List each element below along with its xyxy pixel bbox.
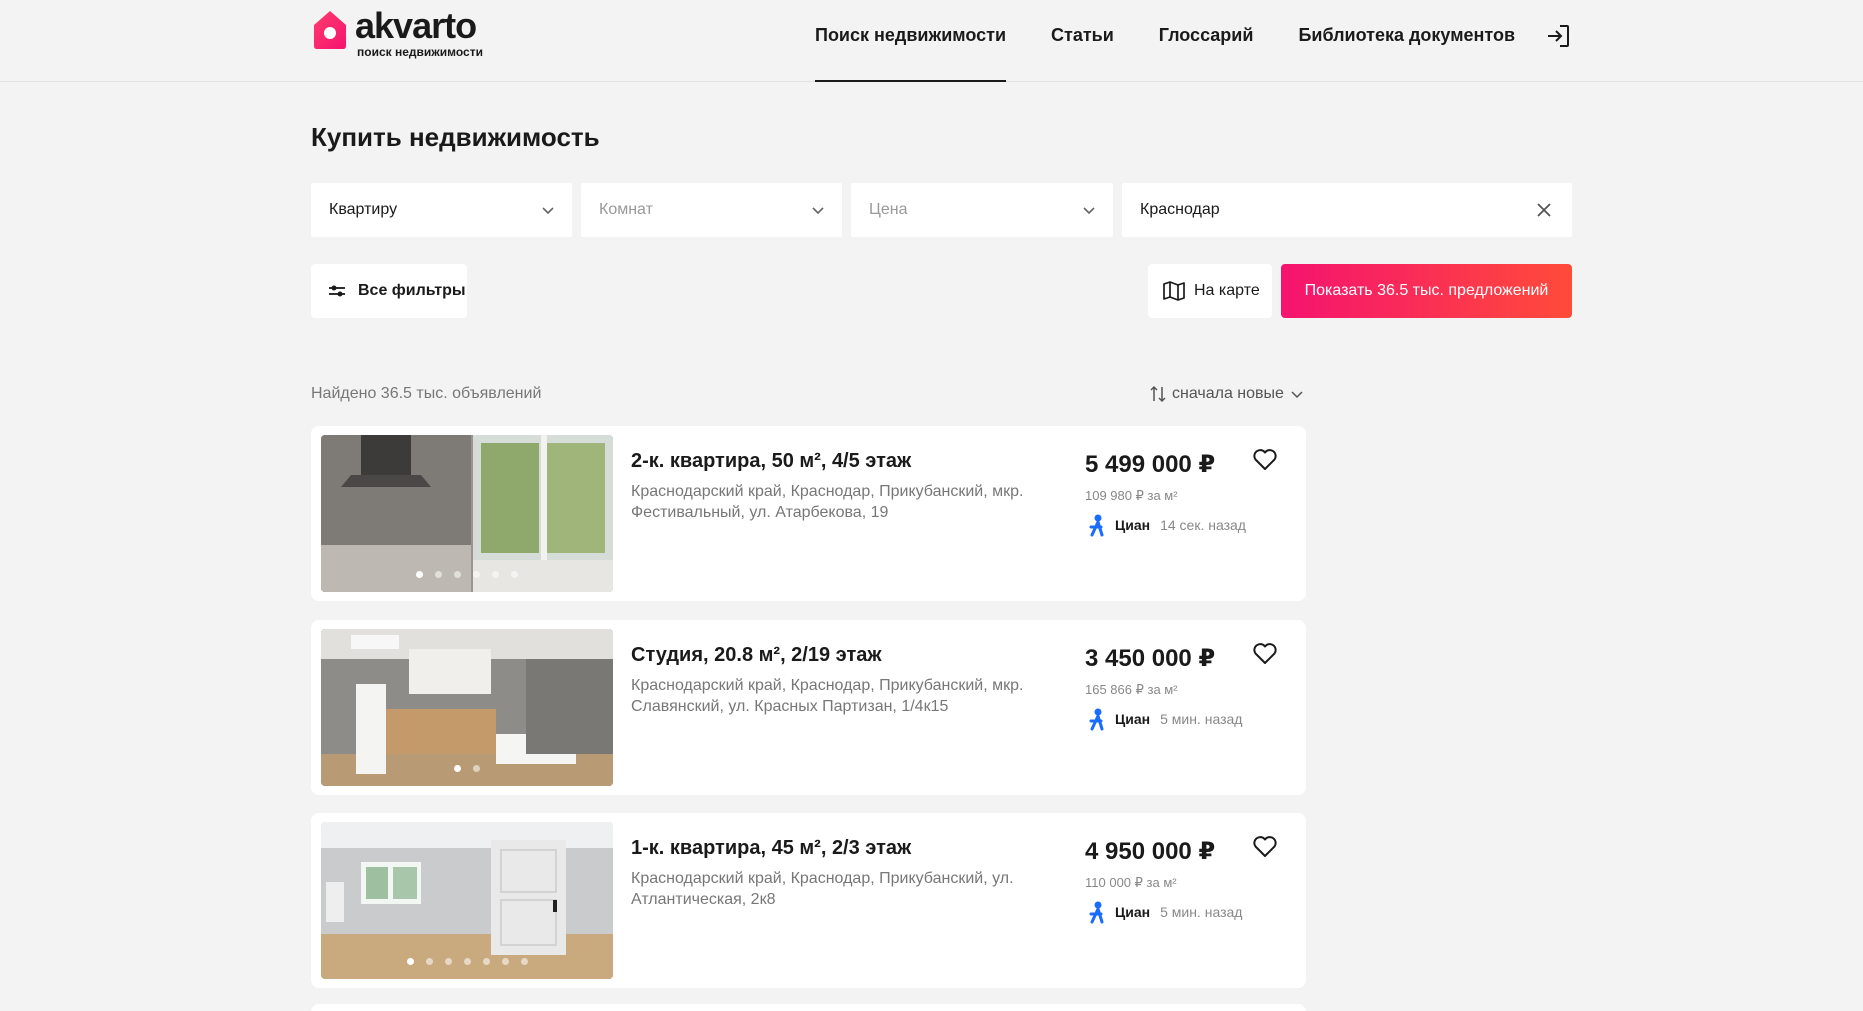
listing-address: Краснодарский край, Краснодар, Прикубанс… [631,870,1014,908]
results-count: Найдено 36.5 тыс. объявлений [311,385,542,402]
source-name: Циан [1115,711,1151,727]
property-type-select[interactable]: Квартиру [311,183,572,237]
photo-pager[interactable] [321,765,613,772]
heart-icon[interactable] [1252,835,1278,859]
photo-dot[interactable] [444,958,452,965]
photo-dot[interactable] [406,958,414,965]
chevron-down-icon [812,207,824,215]
listing-time: 5 мин. назад [1160,904,1243,920]
room-photo [321,822,613,979]
listing-source: Циан 5 мин. назад [1085,900,1242,924]
listing-title[interactable]: 2-к. квартира, 50 м², 4/5 этаж [631,450,911,473]
photo-dot[interactable] [492,571,499,578]
logo-subtitle: поиск недвижимости [357,45,483,59]
heart-icon[interactable] [1252,448,1278,472]
city-input[interactable]: Краснодар [1122,183,1572,237]
sort-label: сначала новые [1172,385,1284,402]
show-offers-button[interactable]: Показать 36.5 тыс. предложений [1281,264,1572,318]
nav-item-glossary[interactable]: Глоссарий [1159,0,1254,82]
all-filters-button[interactable]: Все фильтры [311,264,467,318]
city-value: Краснодар [1140,201,1220,218]
photo-dot[interactable] [473,571,480,578]
photo-dot[interactable] [454,571,461,578]
listing-title[interactable]: 1-к. квартира, 45 м², 2/3 этаж [631,837,911,860]
photo-dot[interactable] [435,571,442,578]
photo-dot[interactable] [416,571,423,578]
sort-icon [1150,385,1166,403]
photo-dot[interactable] [520,958,528,965]
listing-price-per-m2: 110 000 ₽ за м² [1085,875,1177,890]
logo[interactable]: akvarto поиск недвижимости [311,8,483,59]
photo-dot[interactable] [501,958,509,965]
photo-pager[interactable] [321,958,613,965]
listing-address: Краснодарский край, Краснодар, Прикубанс… [631,677,1024,715]
photo-dot[interactable] [425,958,433,965]
map-icon [1163,281,1185,301]
photo-dot[interactable] [482,958,490,965]
cian-logo-icon [1089,514,1104,537]
header: akvarto поиск недвижимости Поиск недвижи… [0,0,1863,82]
listing-title[interactable]: Студия, 20.8 м², 2/19 этаж [631,644,882,667]
price-placeholder: Цена [869,201,908,218]
listing-price: 4 950 000 ₽ [1085,838,1216,865]
photo-dot[interactable] [454,765,461,772]
listing-photo[interactable] [321,629,613,786]
login-icon[interactable] [1544,22,1572,50]
listing-source: Циан 5 мин. назад [1085,707,1242,731]
all-filters-label: Все фильтры [358,282,466,299]
rooms-placeholder: Комнат [599,201,653,218]
photo-pager[interactable] [321,571,613,578]
photo-dot[interactable] [511,571,518,578]
kitchen-photo [321,435,613,592]
heart-icon[interactable] [1252,642,1278,666]
nav-item-documents[interactable]: Библиотека документов [1298,0,1515,82]
nav-item-articles[interactable]: Статьи [1051,0,1114,82]
listing-address: Краснодарский край, Краснодар, Прикубанс… [631,483,1024,521]
filters-icon [329,285,345,297]
cian-logo-icon [1089,901,1104,924]
rooms-select[interactable]: Комнат [581,183,842,237]
photo-dot[interactable] [463,958,471,965]
close-icon[interactable] [1534,200,1554,220]
cian-logo-icon [1089,708,1104,731]
listing-price-per-m2: 165 866 ₽ за м² [1085,682,1178,697]
price-select[interactable]: Цена [851,183,1113,237]
chevron-down-icon [1083,207,1095,215]
listing-price-per-m2: 109 980 ₽ за м² [1085,488,1178,503]
listing-source: Циан 14 сек. назад [1085,513,1246,537]
nav-item-search[interactable]: Поиск недвижимости [815,0,1007,82]
page-title: Купить недвижимость [311,122,600,152]
listing-photo[interactable] [321,435,613,592]
listing-card[interactable]: 1-к. квартира, 45 м², 2/3 этаж Краснодар… [311,813,1306,988]
logo-name: akvarto [355,5,477,46]
listing-price: 5 499 000 ₽ [1085,451,1216,478]
listing-photo[interactable] [321,822,613,979]
chevron-down-icon [542,207,554,215]
main-nav: Поиск недвижимости Статьи Глоссарий Библ… [815,0,1560,82]
studio-photo [321,629,613,786]
chevron-down-icon [1291,391,1303,399]
listing-price: 3 450 000 ₽ [1085,645,1216,672]
sort-select[interactable]: сначала новые [1150,385,1304,403]
listing-time: 14 сек. назад [1160,517,1246,533]
listing-card[interactable] [311,1004,1306,1011]
listing-card[interactable]: Студия, 20.8 м², 2/19 этаж Краснодарский… [311,620,1306,795]
map-button[interactable]: На карте [1148,264,1272,318]
source-name: Циан [1115,904,1151,920]
source-name: Циан [1115,517,1151,533]
listing-time: 5 мин. назад [1160,711,1243,727]
property-type-value: Квартиру [329,201,398,218]
map-label: На карте [1194,282,1260,299]
photo-dot[interactable] [473,765,480,772]
logo-house-icon [314,11,346,49]
listing-card[interactable]: 2-к. квартира, 50 м², 4/5 этаж Краснодар… [311,426,1306,601]
